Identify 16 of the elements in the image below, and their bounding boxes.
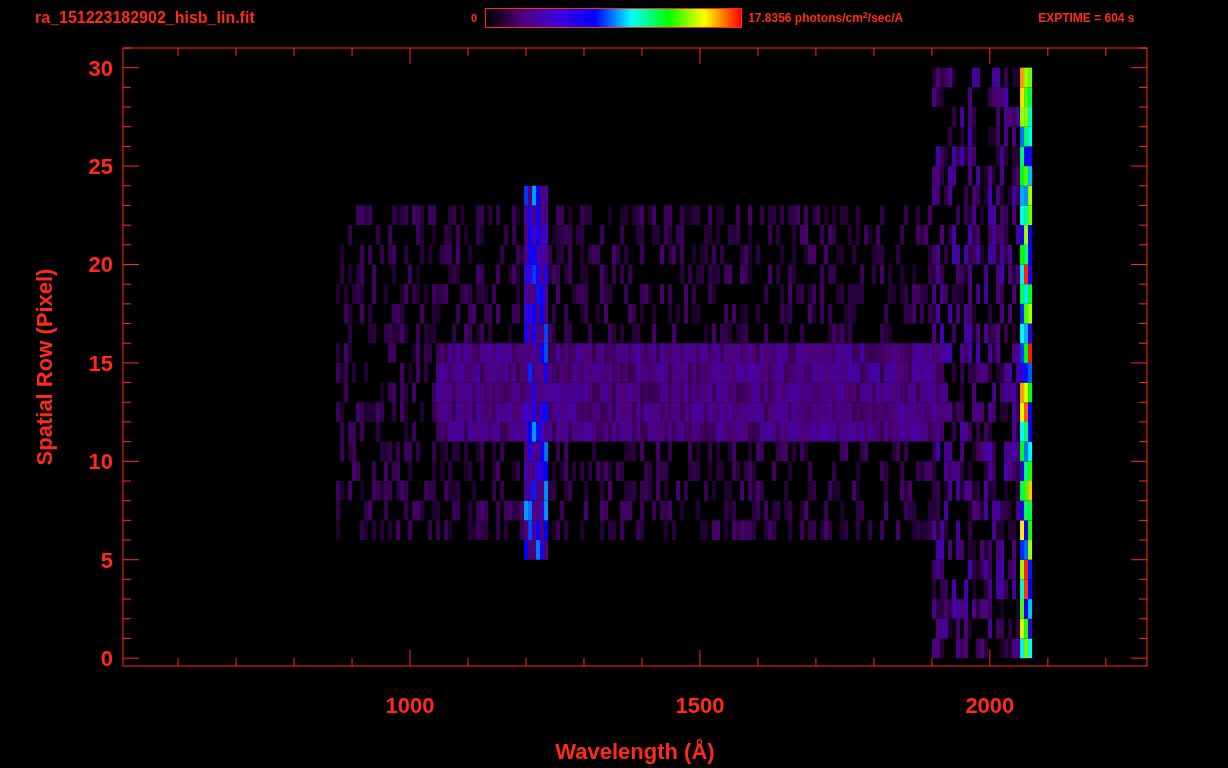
- y-tick-label: 5: [100, 547, 113, 573]
- y-tick-label: 15: [88, 350, 113, 376]
- exposure-time: EXPTIME = 604 s: [1038, 10, 1135, 27]
- y-tick-label: 30: [88, 55, 113, 81]
- x-tick-label: 1000: [385, 693, 435, 718]
- y-axis-label: Spatial Row (Pixel): [32, 268, 57, 466]
- x-tick-label: 2000: [965, 693, 1015, 718]
- colorbar-min-label: 0: [471, 10, 478, 26]
- y-tick-label: 0: [100, 646, 113, 672]
- x-axis-label: Wavelength (Å): [555, 739, 715, 764]
- x-tick-label: 1500: [675, 693, 725, 718]
- colorbar-max-label: 17.8356 photons/cm$^{2}$/sec/A: [748, 9, 905, 27]
- file-name: ra_151223182902_hisb_lin.fit: [35, 8, 256, 28]
- y-tick-label: 25: [88, 154, 113, 180]
- y-tick-label: 10: [88, 449, 113, 475]
- y-tick-label: 20: [88, 252, 113, 278]
